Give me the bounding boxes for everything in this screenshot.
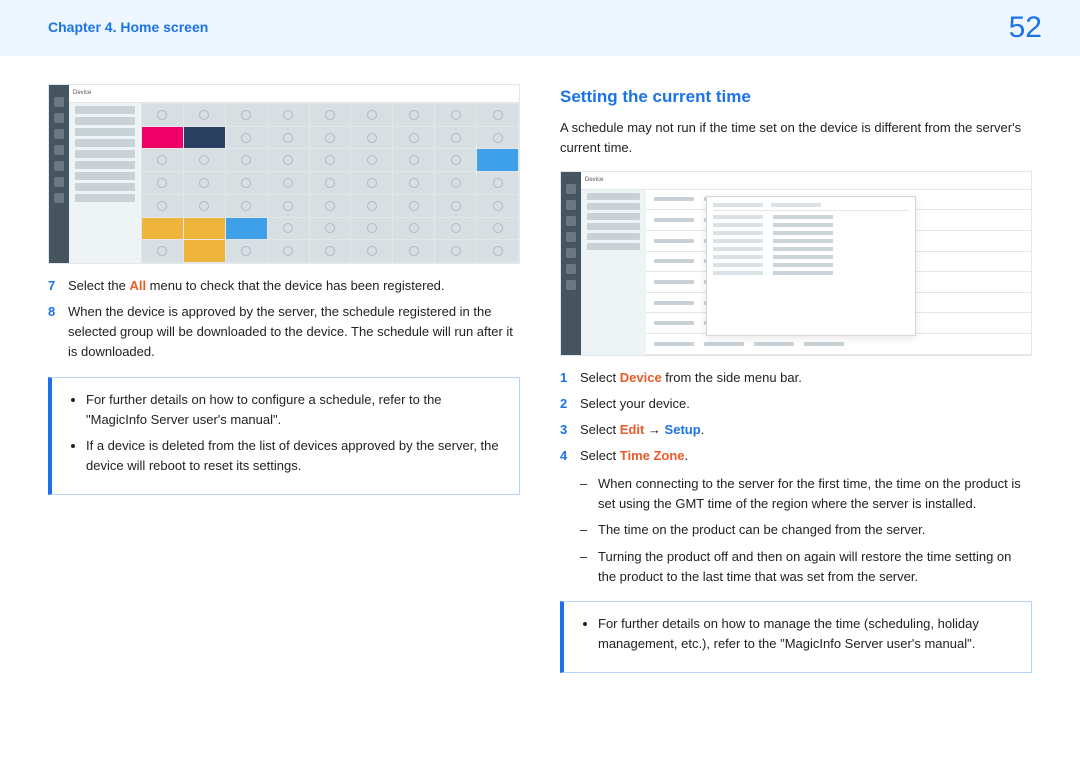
screenshot-device-setup: Device (560, 171, 1032, 356)
device-thumbnail-grid (141, 103, 519, 263)
highlight-all: All (129, 278, 146, 293)
info-callout: For further details on how to configure … (48, 377, 520, 496)
highlight-edit: Edit (620, 422, 645, 437)
list-item: For further details on how to configure … (86, 390, 503, 430)
info-callout: For further details on how to manage the… (560, 601, 1032, 673)
step-number: 8 (48, 302, 68, 362)
app-sidebar-icon (561, 172, 581, 355)
list-item: 7Select the All menu to check that the d… (48, 276, 520, 296)
step-number: 1 (560, 368, 580, 388)
list-item: 4Select Time Zone. (560, 446, 1032, 466)
list-item: The time on the product can be changed f… (580, 520, 1032, 540)
list-item: 2Select your device. (560, 394, 1032, 414)
page-number: 52 (1009, 5, 1042, 52)
device-tree-panel: Device (581, 172, 646, 355)
list-item: When connecting to the server for the fi… (580, 474, 1032, 514)
app-sidebar-icon (49, 85, 69, 263)
chapter-title: Chapter 4. Home screen (48, 17, 208, 39)
step-number: 4 (560, 446, 580, 466)
highlight-timezone: Time Zone (620, 448, 685, 463)
right-column: Setting the current time A schedule may … (560, 84, 1032, 673)
screenshot-device-grid: Device (48, 84, 520, 264)
panel-title: Device (581, 172, 646, 190)
step-number: 7 (48, 276, 68, 296)
panel-title: Device (69, 85, 141, 103)
setup-modal (706, 196, 916, 336)
list-item: For further details on how to manage the… (598, 614, 1015, 654)
list-item: 3Select Edit → Setup. (560, 420, 1032, 440)
intro-paragraph: A schedule may not run if the time set o… (560, 118, 1032, 158)
section-heading: Setting the current time (560, 84, 1032, 110)
page-header: Chapter 4. Home screen 52 (0, 0, 1080, 56)
time-sublist: When connecting to the server for the fi… (580, 474, 1032, 587)
left-column: Device 7Select the All menu to check tha… (48, 84, 520, 673)
list-item: 1Select Device from the side menu bar. (560, 368, 1032, 388)
list-item: 8When the device is approved by the serv… (48, 302, 520, 362)
page-body: Device 7Select the All menu to check tha… (0, 56, 1080, 713)
device-tree-panel: Device (69, 85, 141, 263)
device-grid-area (141, 85, 519, 263)
list-item: Turning the product off and then on agai… (580, 547, 1032, 587)
step-number: 2 (560, 394, 580, 414)
device-list-area (646, 172, 1031, 355)
list-item: If a device is deleted from the list of … (86, 436, 503, 476)
step-number: 3 (560, 420, 580, 440)
highlight-setup: Setup (665, 422, 701, 437)
left-step-list: 7Select the All menu to check that the d… (48, 276, 520, 363)
right-step-list: 1Select Device from the side menu bar. 2… (560, 368, 1032, 467)
highlight-device: Device (620, 370, 662, 385)
